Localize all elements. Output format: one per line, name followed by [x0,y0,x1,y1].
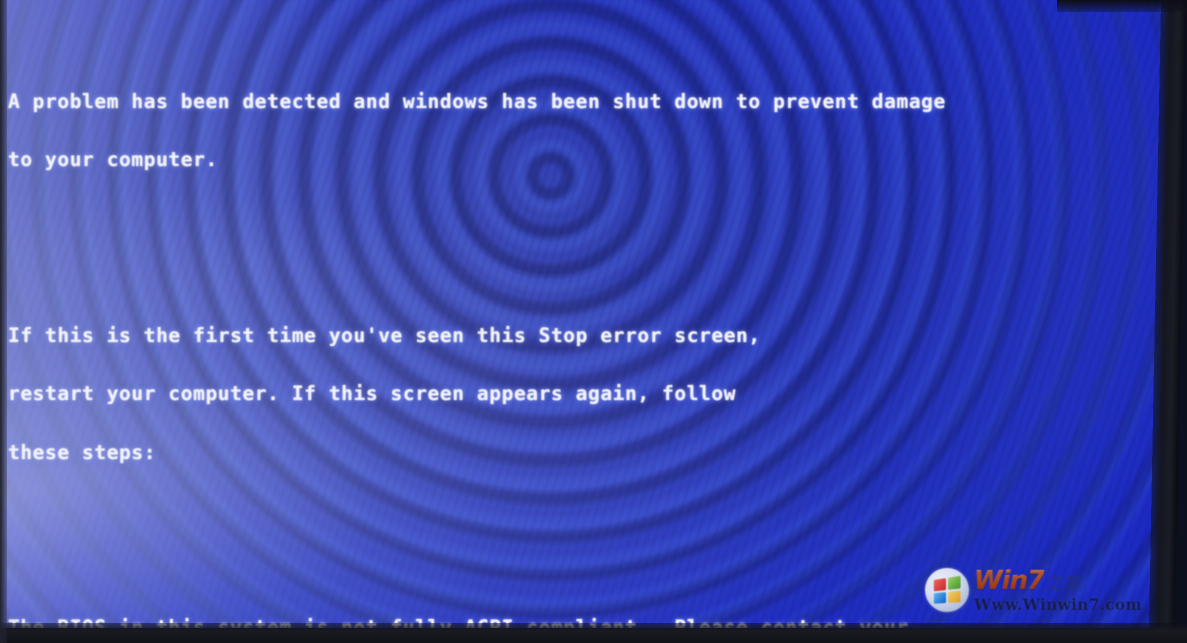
intro-line-1: A problem has been detected and windows … [8,89,946,113]
site-watermark: Win7 之家 Www.Winwin7.com [924,566,1142,614]
bsod-screen: A problem has been detected and windows … [0,0,1172,628]
first-time-line-1: If this is the first time you've seen th… [8,323,761,347]
watermark-brand: Win7 [973,565,1045,596]
paragraph-intro: A problem has been detected and windows … [8,53,1168,209]
flag-pane-yellow [947,589,961,603]
watermark-text-group: Win7 之家 Www.Winwin7.com [974,568,1142,613]
watermark-brand-suffix: 之家 [1047,573,1084,594]
photographed-screen: A problem has been detected and windows … [0,0,1187,643]
paragraph-first-time: If this is the first time you've seen th… [8,287,1168,502]
watermark-url: Www.Winwin7.com [973,594,1142,614]
watermark-brand-row: Win7 之家 [974,568,1142,594]
flag-pane-green [947,575,961,589]
windows-logo-icon [924,568,969,612]
windows-flag-glyph [934,575,961,604]
flag-pane-red [934,577,946,591]
flag-pane-blue [934,591,946,604]
bios-advice-line-1: The BIOS in this system is not fully ACP… [8,616,909,628]
first-time-line-3: these steps: [8,440,157,464]
stop-error-text: A problem has been detected and windows … [8,0,1168,628]
intro-line-2: to your computer. [8,148,218,171]
first-time-line-2: restart your computer. If this screen ap… [8,382,737,405]
